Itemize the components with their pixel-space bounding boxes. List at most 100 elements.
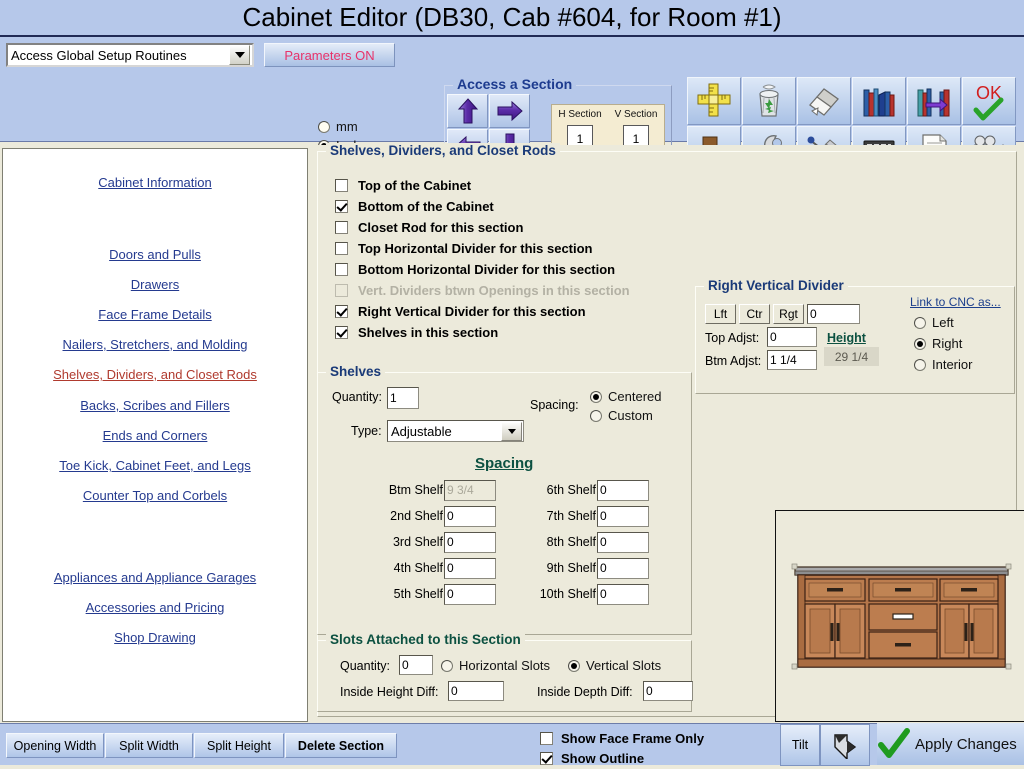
divider-ctr-button[interactable]: Ctr [739,304,770,324]
checkbox-show-face-frame-only[interactable] [540,732,553,745]
option-row[interactable]: Closet Rod for this section [335,217,695,238]
shelves-quantity-input[interactable]: 1 [387,387,419,409]
apply-changes-button[interactable]: Apply Changes [877,723,1024,765]
sidebar-item[interactable]: Cabinet Information [3,175,307,190]
sidebar-item[interactable]: Counter Top and Corbels [3,488,307,503]
slots-group: Slots Attached to this Section Quantity:… [317,632,693,712]
inside-height-diff-input[interactable]: 0 [448,681,504,701]
parameters-button[interactable]: Parameters ON [264,43,395,67]
option-row[interactable]: Shelves in this section [335,322,695,343]
option-row[interactable]: Bottom Horizontal Divider for this secti… [335,259,695,280]
spacing-option-row[interactable]: Centered [590,387,661,406]
inside-depth-diff-input[interactable]: 0 [643,681,693,701]
sidebar-item[interactable]: Accessories and Pricing [3,600,307,615]
sidebar-item[interactable]: Toe Kick, Cabinet Feet, and Legs [3,458,307,473]
top-adjst-input[interactable]: 0 [767,327,817,347]
radio-horizontal-slots[interactable] [441,659,453,672]
divider-rgt-button[interactable]: Rgt [773,304,804,324]
spacing-header[interactable]: Spacing [475,455,533,472]
sidebar-item[interactable]: Backs, Scribes and Fillers [3,398,307,413]
unit-option-mm[interactable]: mm [318,117,374,136]
global-setup-combo[interactable]: Access Global Setup Routines [6,43,254,67]
chevron-down-icon[interactable] [229,45,250,65]
show-face-frame-only-label: Show Face Frame Only [561,731,705,746]
books-transfer-icon[interactable] [907,77,961,125]
cabinet-preview-image[interactable] [775,510,1024,722]
radio-spacing-custom[interactable] [590,409,602,422]
shelf-row-input[interactable]: 0 [444,557,496,579]
sidebar-item[interactable]: Face Frame Details [3,307,307,322]
slots-orientation-horizontal[interactable]: Horizontal Slots [441,656,550,675]
shelf-row-input[interactable]: 0 [597,557,649,579]
shelf-row-input[interactable]: 0 [444,583,496,605]
radio-cnc-right[interactable] [914,337,926,350]
checkbox[interactable] [335,200,348,213]
cnc-option-row[interactable]: Left [914,312,972,333]
cnc-option-label: Interior [932,357,973,372]
sidebar-item[interactable]: Shelves, Dividers, and Closet Rods [3,367,307,382]
shelf-row-input[interactable]: 0 [597,583,649,605]
ruler-icon[interactable] [687,77,741,125]
cnc-option-row[interactable]: Right [914,333,972,354]
option-row[interactable]: Top Horizontal Divider for this section [335,238,695,259]
right-arrow-icon[interactable] [489,94,530,128]
radio-vertical-slots[interactable] [568,659,580,672]
option-row[interactable]: Top of the Cabinet [335,175,695,196]
tilt-arrow-icon[interactable] [820,724,870,766]
sidebar-item[interactable]: Nailers, Stretchers, and Molding [3,337,307,352]
tilt-button[interactable]: Tilt [780,724,820,766]
divider-lft-button[interactable]: Lft [705,304,736,324]
shelf-row-input[interactable]: 0 [444,531,496,553]
shelf-row-input[interactable]: 0 [597,531,649,553]
checkbox[interactable] [335,242,348,255]
shelf-spacing-row: 6th Shelf 0 [526,477,649,503]
link-to-cnc-label[interactable]: Link to CNC as... [910,295,1001,309]
checkbox[interactable] [335,326,348,339]
checkbox[interactable] [335,263,348,276]
radio-mm[interactable] [318,120,330,133]
cnc-option-row[interactable]: Interior [914,354,972,375]
option-row[interactable]: Bottom of the Cabinet [335,196,695,217]
shelf-row-input[interactable]: 0 [444,505,496,527]
option-row[interactable]: Right Vertical Divider for this section [335,301,695,322]
radio-cnc-interior[interactable] [914,358,926,371]
recycle-bin-icon[interactable] [742,77,796,125]
show-outline-row[interactable]: Show Outline [540,748,644,769]
sidebar-item[interactable]: Drawers [3,277,307,292]
shelf-spacing-row: 8th Shelf 0 [526,529,649,555]
footer-button[interactable]: Split Height [194,733,284,758]
navigation-sidebar: Cabinet Information Doors and Pulls Drawer… [2,148,308,722]
footer-button[interactable]: Delete Section [285,733,397,758]
sidebar-item[interactable]: Doors and Pulls [3,247,307,262]
shelves-type-combo[interactable]: Adjustable [387,420,524,442]
footer-button[interactable]: Opening Width [6,733,104,758]
right-vertical-divider-title: Right Vertical Divider [704,278,848,293]
btm-adjst-input[interactable]: 1 1/4 [767,350,817,370]
radio-cnc-left[interactable] [914,316,926,329]
slots-orientation-vertical[interactable]: Vertical Slots [568,656,661,675]
up-arrow-icon[interactable] [447,94,488,128]
sidebar-item[interactable]: Shop Drawing [3,630,307,645]
chevron-down-icon[interactable] [501,421,522,441]
sidebar-item[interactable]: Appliances and Appliance Garages [3,570,307,585]
checkbox [335,284,348,297]
ok-check-icon[interactable]: OK [962,77,1016,125]
sidebar-item[interactable]: Ends and Corners [3,428,307,443]
divider-position-input[interactable]: 0 [807,304,860,324]
checkbox[interactable] [335,179,348,192]
checkbox[interactable] [335,221,348,234]
footer-button[interactable]: Split Width [105,733,193,758]
checkbox[interactable] [335,305,348,318]
horizontal-slots-label: Horizontal Slots [459,658,551,673]
books-icon[interactable] [852,77,906,125]
height-link[interactable]: Height [827,331,866,345]
shelf-row-input[interactable]: 0 [597,505,649,527]
eraser-icon[interactable] [797,77,851,125]
unit-label-mm: mm [336,119,358,134]
shelf-row-input[interactable]: 0 [597,479,649,501]
radio-spacing-centered[interactable] [590,390,602,403]
spacing-option-row[interactable]: Custom [590,406,661,425]
slots-quantity-input[interactable]: 0 [399,655,433,675]
show-face-frame-only-row[interactable]: Show Face Frame Only [540,728,704,749]
checkbox-show-outline[interactable] [540,752,553,765]
